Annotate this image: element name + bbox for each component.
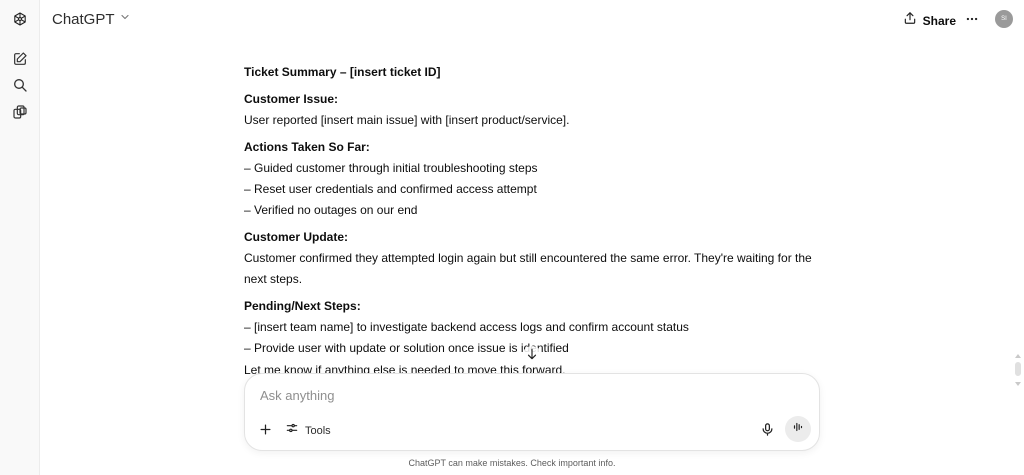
- customer-issue-text: User reported [insert main issue] with […: [244, 113, 570, 127]
- list-item: – [insert team name] to investigate back…: [244, 320, 689, 334]
- openai-logo-icon[interactable]: [11, 10, 29, 28]
- list-item: – Reset user credentials and confirmed a…: [244, 182, 537, 196]
- microphone-icon[interactable]: [759, 421, 775, 437]
- add-attachment-icon[interactable]: [257, 421, 273, 437]
- scrollbar-thumb[interactable]: [1015, 362, 1021, 376]
- model-selector[interactable]: ChatGPT: [52, 10, 131, 28]
- model-name: ChatGPT: [52, 10, 115, 28]
- tools-label: Tools: [305, 424, 331, 437]
- composer: Tools: [244, 373, 820, 451]
- tools-button[interactable]: Tools: [285, 421, 331, 440]
- prompt-input[interactable]: [260, 388, 740, 403]
- next-steps-heading: Pending/Next Steps:: [244, 299, 361, 313]
- scrollbar[interactable]: [1014, 354, 1022, 394]
- assistant-message: Ticket Summary – [insert ticket ID] Cust…: [244, 62, 824, 374]
- search-icon[interactable]: [11, 76, 29, 94]
- list-item: – Verified no outages on our end: [244, 203, 418, 217]
- scroll-up-arrow-icon[interactable]: [1015, 354, 1021, 358]
- actions-heading: Actions Taken So Far:: [244, 140, 370, 154]
- sidebar-rail: [0, 0, 40, 475]
- disclaimer: ChatGPT can make mistakes. Check importa…: [408, 458, 616, 468]
- library-icon[interactable]: [11, 103, 29, 121]
- ticket-title: Ticket Summary – [insert ticket ID]: [244, 65, 441, 79]
- arrow-down-icon: [525, 347, 539, 366]
- customer-update-text: Customer confirmed they attempted login …: [244, 251, 812, 286]
- share-button[interactable]: Share: [903, 11, 956, 30]
- list-item: – Guided customer through initial troubl…: [244, 161, 538, 175]
- share-label: Share: [922, 13, 956, 28]
- customer-update-heading: Customer Update:: [244, 230, 349, 244]
- scroll-down-arrow-icon[interactable]: [1015, 382, 1021, 386]
- sliders-icon: [285, 421, 299, 440]
- share-icon: [903, 11, 917, 30]
- scroll-to-bottom-button[interactable]: [522, 346, 542, 366]
- new-chat-icon[interactable]: [11, 50, 29, 68]
- avatar[interactable]: SI: [995, 10, 1013, 28]
- chevron-down-icon: [119, 10, 131, 28]
- voice-waveform-icon: [791, 420, 805, 439]
- more-options-icon[interactable]: [964, 11, 980, 27]
- top-bar: ChatGPT Share SI: [40, 0, 1024, 40]
- voice-mode-button[interactable]: [785, 416, 811, 442]
- customer-issue-heading: Customer Issue:: [244, 92, 339, 106]
